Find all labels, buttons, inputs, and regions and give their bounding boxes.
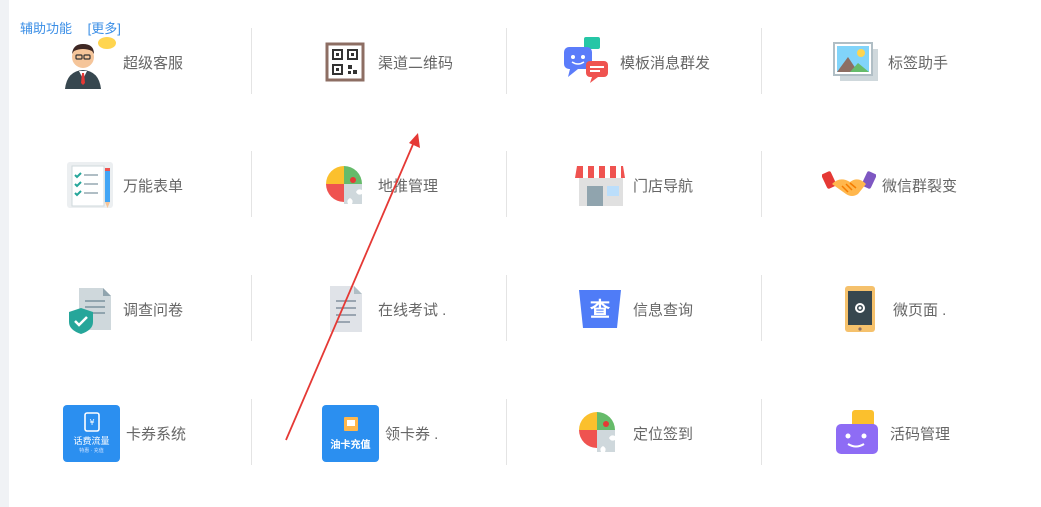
coupon-badge-subtext: 特惠 · 充值 [79, 448, 104, 454]
feature-row-3: 调查问卷 在线考试 . 查 信息查询 微页面 . [0, 275, 1006, 341]
store-icon [573, 158, 627, 212]
feature-wechat-fission[interactable]: 微信群裂变 [822, 153, 957, 217]
feature-label: 门店导航 [633, 177, 694, 195]
column-divider [506, 151, 507, 217]
feature-label: 卡券系统 [126, 425, 187, 443]
column-divider [761, 151, 762, 217]
column-divider [761, 28, 762, 94]
query-icon: 查 [573, 282, 627, 336]
feature-label: 活码管理 [890, 425, 951, 443]
feature-label: 标签助手 [888, 54, 949, 72]
feature-info-query[interactable]: 查 信息查询 [573, 277, 693, 341]
column-divider [251, 28, 252, 94]
column-divider [506, 28, 507, 94]
feature-label: 微页面 . [893, 301, 947, 319]
handshake-icon [822, 158, 876, 212]
feature-super-service[interactable]: 超级客服 [63, 30, 183, 94]
document-icon [318, 282, 372, 336]
feature-label: 万能表单 [123, 177, 184, 195]
qr-code-icon [318, 35, 372, 89]
column-divider [251, 275, 252, 341]
svg-text:¥: ¥ [89, 418, 94, 427]
fuel-card-icon: 油卡充值 [322, 404, 379, 462]
tag-helper-icon [828, 35, 882, 89]
feature-store-navigation[interactable]: 门店导航 [573, 153, 693, 217]
micro-page-icon [833, 282, 887, 336]
feature-label: 超级客服 [123, 54, 184, 72]
coupon-icon: ¥ 话费流量 特惠 · 充值 [63, 404, 120, 462]
feature-claim-coupon[interactable]: 油卡充值 领卡券 . [322, 401, 438, 465]
location-checkin-icon [573, 406, 627, 460]
message-broadcast-icon [560, 35, 614, 89]
survey-icon [63, 282, 117, 336]
feature-label: 渠道二维码 [378, 54, 454, 72]
feature-label: 定位签到 [633, 425, 694, 443]
feature-tag-helper[interactable]: 标签助手 [828, 30, 948, 94]
feature-template-message[interactable]: 模板消息群发 [560, 30, 710, 94]
column-divider [761, 275, 762, 341]
feature-location-checkin[interactable]: 定位签到 [573, 401, 693, 465]
column-divider [761, 399, 762, 465]
feature-survey[interactable]: 调查问卷 [63, 277, 183, 341]
feature-ground-promotion[interactable]: 地推管理 [318, 153, 438, 217]
column-divider [251, 399, 252, 465]
feature-label: 信息查询 [633, 301, 694, 319]
puzzle-icon [318, 158, 372, 212]
feature-label: 领卡券 . [385, 425, 439, 443]
column-divider [251, 151, 252, 217]
feature-label: 在线考试 . [378, 301, 447, 319]
live-code-icon [830, 406, 884, 460]
feature-label: 微信群裂变 [882, 177, 958, 195]
svg-text:查: 查 [590, 297, 610, 321]
feature-online-exam[interactable]: 在线考试 . [318, 277, 446, 341]
feature-row-1: 超级客服 渠道二维码 模板消息群发 标签助手 [0, 28, 1006, 94]
column-divider [506, 399, 507, 465]
coupon-badge-text: 话费流量 [73, 436, 110, 446]
feature-label: 地推管理 [378, 177, 439, 195]
feature-coupon-system[interactable]: ¥ 话费流量 特惠 · 充值 卡券系统 [63, 401, 186, 465]
column-divider [506, 275, 507, 341]
feature-label: 调查问卷 [123, 301, 184, 319]
feature-row-4: ¥ 话费流量 特惠 · 充值 卡券系统 油卡充值 领卡券 . 定位签到 活码管理 [0, 399, 1006, 465]
feature-micro-page[interactable]: 微页面 . [833, 277, 946, 341]
feature-universal-form[interactable]: 万能表单 [63, 153, 183, 217]
customer-service-icon [63, 35, 117, 89]
fuel-card-badge-text: 油卡充值 [330, 439, 371, 451]
feature-label: 模板消息群发 [620, 54, 711, 72]
feature-row-2: 万能表单 地推管理 门店导航 微信群裂变 [0, 151, 1006, 217]
form-icon [63, 158, 117, 212]
feature-channel-qr[interactable]: 渠道二维码 [318, 30, 453, 94]
feature-live-code[interactable]: 活码管理 [830, 401, 950, 465]
